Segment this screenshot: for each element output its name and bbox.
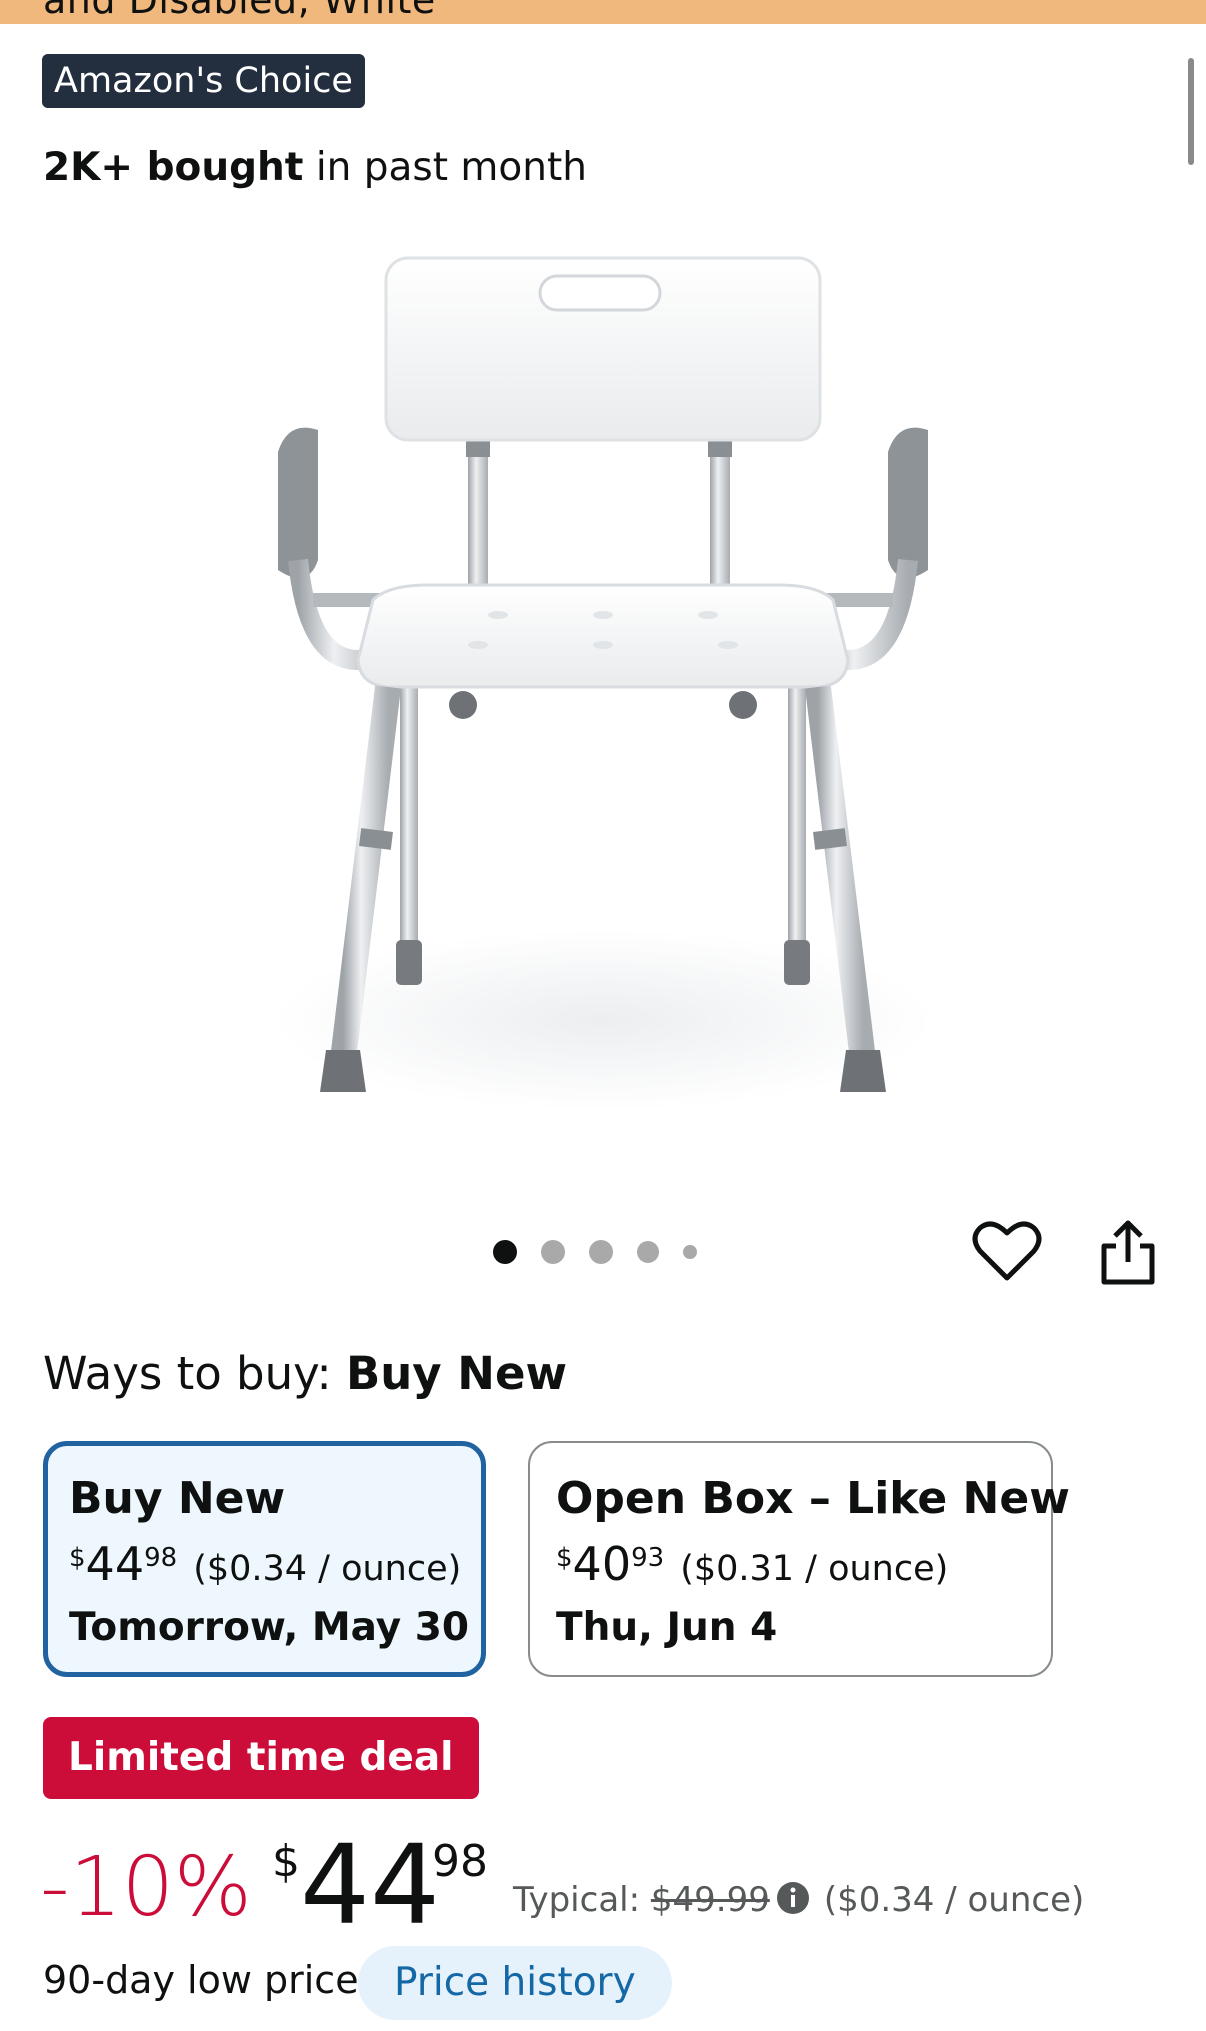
buy-option-buy-new[interactable]: Buy New $4498 ($0.34 / ounce) Tomorrow, M… xyxy=(43,1441,486,1677)
price-history-button[interactable]: Price history xyxy=(358,1946,672,2020)
share-icon[interactable] xyxy=(1098,1220,1158,1286)
carousel-dot-4[interactable] xyxy=(637,1241,659,1263)
carousel-dot-5[interactable] xyxy=(683,1245,697,1259)
heart-icon[interactable] xyxy=(972,1218,1042,1284)
ways-to-buy-heading: Ways to buy: Buy New xyxy=(43,1347,567,1400)
product-page: and Disabled, White Amazon's Choice 2K+ … xyxy=(0,0,1206,2031)
currency-symbol: $ xyxy=(69,1543,86,1573)
price-currency-symbol: $ xyxy=(272,1836,300,1887)
price-cents: 98 xyxy=(432,1836,488,1887)
shower-chair-image[interactable] xyxy=(248,240,958,1122)
typical-price: $49.99 xyxy=(650,1880,770,1920)
info-icon[interactable] xyxy=(776,1881,810,1915)
amazons-choice-badge: Amazon's Choice xyxy=(42,54,365,108)
bought-suffix: in past month xyxy=(303,145,588,190)
price-whole: 44 xyxy=(85,1537,145,1591)
buy-option-title: Buy New xyxy=(69,1473,286,1524)
unit-price: ($0.34 / ounce) xyxy=(193,1549,462,1589)
ways-to-buy-selected: Buy New xyxy=(345,1347,568,1400)
product-title-fragment[interactable]: and Disabled, White xyxy=(43,0,436,22)
currency-symbol: $ xyxy=(556,1543,573,1573)
image-carousel-dots[interactable] xyxy=(493,1240,721,1264)
buy-option-price: $4093 ($0.31 / ounce) xyxy=(556,1534,1027,1593)
price-cents: 93 xyxy=(631,1543,665,1573)
bought-count: 2K+ bought xyxy=(43,145,304,190)
price-cents: 98 xyxy=(144,1543,178,1573)
carousel-dot-3[interactable] xyxy=(589,1240,613,1264)
discount-percent: -10% xyxy=(40,1840,252,1935)
limited-time-deal-badge: Limited time deal xyxy=(43,1717,479,1799)
carousel-dot-1[interactable] xyxy=(493,1240,517,1264)
price-whole: 40 xyxy=(572,1537,632,1591)
bought-in-past-month: 2K+ bought in past month xyxy=(43,145,587,190)
buy-option-delivery: Tomorrow, May 30 xyxy=(69,1605,470,1650)
typical-label: Typical: xyxy=(513,1880,651,1920)
buy-option-delivery: Thu, Jun 4 xyxy=(556,1605,778,1650)
deal-unit-price: ($0.34 / ounce) xyxy=(823,1880,1085,1920)
carousel-dot-2[interactable] xyxy=(541,1240,565,1264)
ninety-day-low-price: 90-day low price xyxy=(43,1958,359,2002)
buy-option-price: $4498 ($0.34 / ounce) xyxy=(69,1534,461,1593)
unit-price: ($0.31 / ounce) xyxy=(680,1549,949,1589)
buy-option-title: Open Box – Like New xyxy=(556,1473,1070,1524)
scrollbar[interactable] xyxy=(1188,58,1194,165)
buy-option-open-box[interactable]: Open Box – Like New $4093 ($0.31 / ounce)… xyxy=(528,1441,1070,1677)
typical-price-line: Typical: $49.99 ($0.34 / ounce) xyxy=(513,1880,1084,1920)
price-whole: 44 xyxy=(300,1821,440,1949)
ways-to-buy-label: Ways to buy: xyxy=(43,1347,346,1400)
